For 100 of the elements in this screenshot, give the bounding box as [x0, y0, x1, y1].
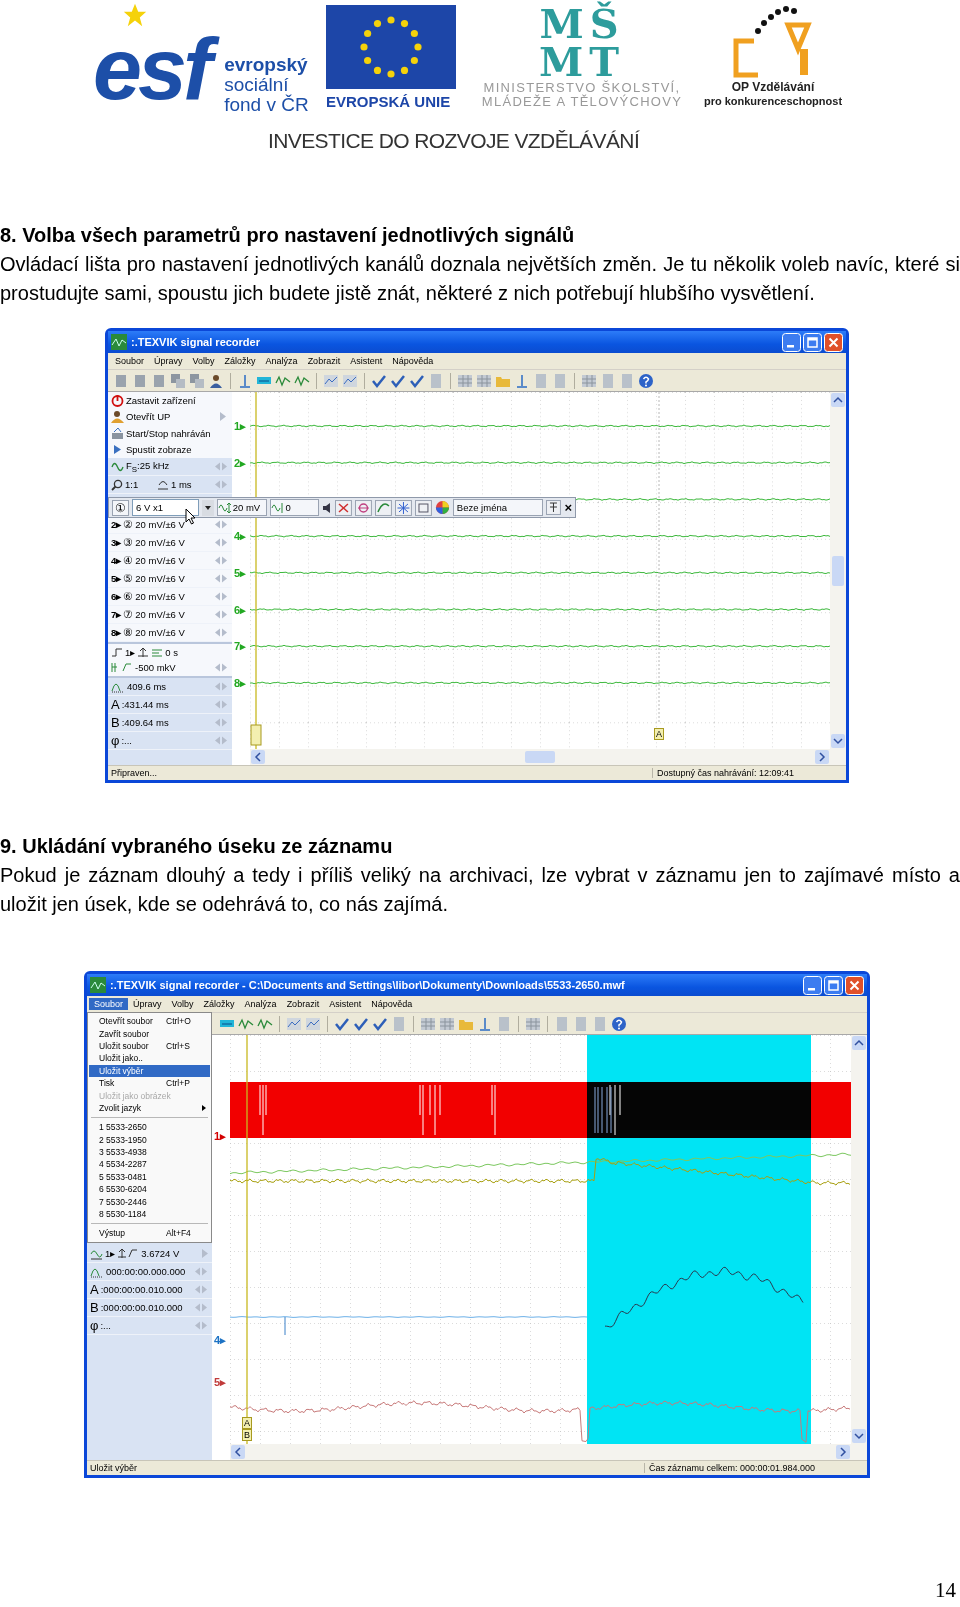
menu-item[interactable]: Úpravy	[128, 998, 167, 1010]
scroll-thumb[interactable]	[832, 555, 844, 586]
horizontal-scrollbar[interactable]	[250, 749, 830, 765]
copy-icon[interactable]	[170, 372, 186, 389]
menu-item[interactable]: Analýza	[260, 355, 303, 367]
menu-item[interactable]: 4 5534-2287	[89, 1158, 210, 1171]
menu-item[interactable]: 7 5530-2446	[89, 1195, 210, 1208]
help-icon[interactable]	[611, 1015, 627, 1032]
menu-item[interactable]: Úpravy	[149, 355, 188, 367]
step-arrows-icon[interactable]	[194, 1321, 208, 1330]
person-icon[interactable]	[208, 372, 224, 389]
command-item[interactable]: Start/Stop nahráván	[108, 425, 232, 442]
scroll-down-icon[interactable]	[852, 1429, 866, 1443]
close-button[interactable]: ×	[564, 501, 572, 514]
document-icon[interactable]	[151, 372, 167, 389]
chart-icon[interactable]	[305, 1015, 321, 1032]
step-arrows-icon[interactable]	[214, 718, 228, 727]
menu-item[interactable]: 3 5533-4938	[89, 1145, 210, 1159]
menu-item[interactable]: Uložit výběr	[89, 1064, 210, 1077]
scroll-up-icon[interactable]	[852, 1036, 866, 1050]
menu-item[interactable]: Nápověda	[366, 998, 418, 1010]
page-icon[interactable]	[600, 372, 616, 389]
menu-item[interactable]: 2 5533-1950	[89, 1133, 210, 1146]
cursor-line-icon[interactable]	[477, 1015, 493, 1032]
document-icon[interactable]	[132, 372, 148, 389]
frame-icon[interactable]	[414, 499, 432, 516]
page-icon[interactable]	[554, 1015, 570, 1032]
channel-name-field[interactable]: Beze jména	[452, 499, 544, 516]
cursor-tag[interactable]: A	[654, 728, 664, 740]
cursor-line-icon[interactable]	[237, 372, 253, 389]
grid-icon[interactable]	[476, 372, 492, 389]
menu-item[interactable]: Zobrazit	[281, 998, 325, 1010]
grid-icon[interactable]	[581, 372, 597, 389]
cursor-line-icon[interactable]	[514, 372, 530, 389]
menu-item[interactable]: 8 5530-1184	[89, 1207, 210, 1221]
chart-icon[interactable]	[342, 372, 358, 389]
document-icon[interactable]	[113, 372, 129, 389]
menu-item[interactable]: Zobrazit	[302, 355, 346, 367]
scroll-left-icon[interactable]	[231, 1445, 245, 1459]
scroll-right-icon[interactable]	[815, 750, 829, 764]
step-arrows-icon[interactable]	[214, 556, 228, 565]
menu-item[interactable]: Soubor	[110, 355, 150, 367]
scroll-down-icon[interactable]	[831, 734, 845, 748]
menu-item[interactable]: Volby	[187, 355, 220, 367]
step-arrows-icon[interactable]	[214, 663, 228, 672]
menu-item[interactable]: Zavřít soubor	[89, 1027, 210, 1040]
minimize-button[interactable]	[782, 332, 801, 352]
cursor-tag[interactable]: A	[242, 1417, 252, 1429]
step-arrows-icon[interactable]	[214, 574, 228, 583]
horizontal-scrollbar[interactable]	[230, 1444, 851, 1460]
scroll-left-icon[interactable]	[251, 750, 265, 764]
chart-icon[interactable]	[286, 1015, 302, 1032]
step-arrows-icon[interactable]	[214, 682, 228, 691]
step-arrows-icon[interactable]	[194, 1285, 208, 1294]
menu-item[interactable]: Záložky	[198, 998, 240, 1010]
minimize-button[interactable]	[803, 975, 822, 995]
cursor-tag[interactable]: B	[242, 1429, 252, 1441]
cursor-line[interactable]	[246, 1035, 248, 1444]
speaker-icon[interactable]	[322, 501, 333, 514]
maximize-button[interactable]	[824, 975, 843, 995]
step-arrows-icon[interactable]	[194, 1303, 208, 1312]
maximize-button[interactable]	[803, 332, 822, 352]
menu-item[interactable]: Zvolit jazyk	[89, 1101, 210, 1115]
page-icon[interactable]	[496, 1015, 512, 1032]
step-arrows-icon[interactable]	[214, 700, 228, 709]
scroll-right-icon[interactable]	[836, 1445, 850, 1459]
menu-item[interactable]: Výstup Alt+F4	[89, 1227, 210, 1240]
cross-icon[interactable]	[335, 499, 353, 516]
grid-icon[interactable]	[420, 1015, 436, 1032]
scroll-thumb[interactable]	[525, 751, 555, 763]
close-button[interactable]	[824, 332, 843, 352]
menu-item[interactable]: 1 5533-2650	[89, 1121, 210, 1134]
step-arrows-icon[interactable]	[214, 538, 228, 547]
help-icon[interactable]	[638, 372, 654, 389]
vertical-scrollbar[interactable]	[830, 392, 846, 765]
grid-icon[interactable]	[525, 1015, 541, 1032]
pin-icon[interactable]	[546, 500, 562, 515]
step-arrows-icon[interactable]	[214, 520, 228, 529]
step-arrows-icon[interactable]	[214, 592, 228, 601]
menu-item[interactable]: Nápověda	[387, 355, 439, 367]
grid-icon[interactable]	[439, 1015, 455, 1032]
menu-item[interactable]: Asistent	[324, 998, 367, 1010]
burst-icon[interactable]	[395, 499, 412, 516]
color-wheel-icon[interactable]	[434, 500, 450, 515]
gain-field[interactable]: 20 mV	[216, 499, 267, 516]
page-icon[interactable]	[533, 372, 549, 389]
page-icon[interactable]	[573, 1015, 589, 1032]
step-arrows-icon[interactable]	[214, 736, 228, 745]
offset-field[interactable]: 0	[269, 499, 320, 516]
step-arrows-icon[interactable]	[214, 628, 228, 637]
close-button[interactable]	[845, 975, 864, 995]
menu-item[interactable]: Asistent	[345, 355, 388, 367]
menu-item[interactable]: Otevřít soubor Ctrl+O	[89, 1015, 210, 1028]
channel-number[interactable]: ①	[112, 499, 129, 516]
menu-item[interactable]: Uložit jako..	[89, 1052, 210, 1065]
menu-item[interactable]: Soubor	[89, 998, 129, 1010]
scroll-up-icon[interactable]	[831, 393, 845, 407]
step-arrows-icon[interactable]	[194, 1267, 208, 1276]
menu-item[interactable]: Záložky	[219, 355, 261, 367]
vertical-scrollbar[interactable]	[851, 1035, 867, 1460]
